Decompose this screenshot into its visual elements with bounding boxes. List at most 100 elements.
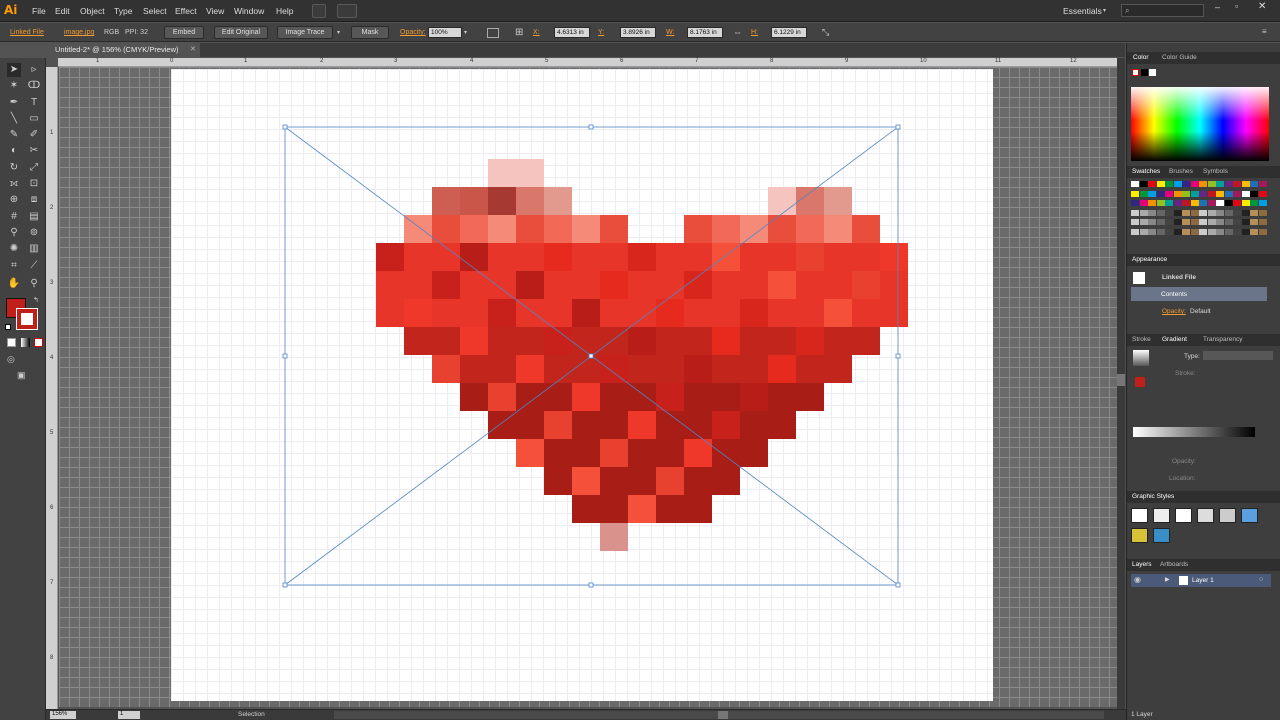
- swatch[interactable]: [1241, 200, 1250, 206]
- swatch[interactable]: [1258, 181, 1267, 187]
- graphic-style-swatch[interactable]: [1197, 508, 1214, 523]
- tab-gradient[interactable]: Gradient: [1162, 336, 1187, 343]
- swatch[interactable]: [1233, 190, 1241, 197]
- perspective-grid-tool-icon[interactable]: ⧈: [27, 193, 41, 207]
- handle-top-center[interactable]: [588, 124, 594, 130]
- align-icon[interactable]: ⊞: [515, 27, 523, 38]
- direct-selection-tool-icon[interactable]: ▹: [27, 63, 41, 77]
- swatch[interactable]: [1139, 209, 1148, 216]
- swatch[interactable]: [1216, 190, 1224, 197]
- blob-brush-tool-icon[interactable]: ◐: [7, 144, 21, 158]
- none-mode-icon[interactable]: [34, 338, 43, 347]
- swatch[interactable]: [1233, 219, 1241, 225]
- menu-help[interactable]: Help: [276, 6, 293, 16]
- swatch[interactable]: [1165, 200, 1173, 206]
- expand-layer-icon[interactable]: ▶: [1165, 576, 1170, 583]
- panel-menu-icon[interactable]: ≡: [1262, 27, 1267, 36]
- heart-pixel-image[interactable]: [376, 159, 908, 551]
- shape-builder-tool-icon[interactable]: ⊕: [7, 193, 21, 207]
- selection-tool-icon[interactable]: ➤: [7, 63, 21, 77]
- tab-artboards[interactable]: Artboards: [1160, 561, 1188, 568]
- swatch[interactable]: [1241, 190, 1250, 197]
- tab-brushes[interactable]: Brushes: [1169, 168, 1193, 175]
- swatch[interactable]: [1199, 219, 1207, 225]
- minimize-button[interactable]: ‒: [1215, 2, 1220, 12]
- gradient-mode-icon[interactable]: [21, 338, 30, 347]
- zoom-field[interactable]: 156%: [50, 711, 76, 719]
- swatch[interactable]: [1131, 190, 1139, 197]
- handle-middle-right[interactable]: [895, 353, 901, 359]
- swatch[interactable]: [1173, 228, 1182, 235]
- hand-tool-icon[interactable]: ✋: [7, 277, 21, 291]
- swatch[interactable]: [1182, 181, 1190, 187]
- rotate-tool-icon[interactable]: ↻: [7, 161, 21, 175]
- document-tab[interactable]: Untitled-2* @ 156% (CMYK/Preview) ✕: [50, 43, 200, 57]
- swatch[interactable]: [1182, 200, 1190, 206]
- eraser-tool-icon[interactable]: ✂: [27, 144, 41, 158]
- black-color-icon[interactable]: [1141, 69, 1148, 76]
- zoom-tool-icon[interactable]: ⚲: [27, 277, 41, 291]
- handle-bottom-right[interactable]: [895, 582, 901, 588]
- color-spectrum[interactable]: [1131, 87, 1269, 161]
- swatch[interactable]: [1250, 219, 1258, 225]
- swatch[interactable]: [1241, 209, 1250, 216]
- w-field[interactable]: 8.1763 in: [687, 27, 723, 38]
- paintbrush-tool-icon[interactable]: ✎: [7, 128, 21, 142]
- swatch[interactable]: [1148, 190, 1156, 197]
- eyedropper-tool-icon[interactable]: ⚲: [7, 226, 21, 240]
- swatch[interactable]: [1216, 219, 1224, 225]
- swatch[interactable]: [1139, 228, 1148, 235]
- y-field[interactable]: 3.8926 in: [620, 27, 656, 38]
- swatch[interactable]: [1173, 181, 1182, 187]
- swatch[interactable]: [1173, 190, 1182, 197]
- swatch[interactable]: [1216, 209, 1224, 216]
- horizontal-ruler[interactable]: 1 0 1 2 3 4 5 6 7 8 9 10 11 12: [58, 58, 1118, 67]
- swatch[interactable]: [1199, 209, 1207, 216]
- recolor-icon[interactable]: [487, 28, 499, 38]
- swatch[interactable]: [1258, 228, 1267, 235]
- swatch[interactable]: [1233, 228, 1241, 235]
- line-tool-icon[interactable]: ╲: [7, 112, 21, 126]
- eye-icon[interactable]: ◉: [1134, 575, 1141, 584]
- menu-edit[interactable]: Edit: [55, 6, 70, 16]
- gradient-thumbnail[interactable]: [1133, 350, 1149, 366]
- image-trace-dropdown-icon[interactable]: ▾: [337, 29, 340, 36]
- horizontal-scroll-thumb[interactable]: [718, 711, 728, 719]
- swatch[interactable]: [1207, 200, 1216, 206]
- layer-row[interactable]: ◉ ▶ Layer 1 ○: [1131, 574, 1271, 587]
- handle-bottom-center[interactable]: [588, 582, 594, 588]
- graphic-style-swatch[interactable]: [1241, 508, 1258, 523]
- lasso-tool-icon[interactable]: ↀ: [27, 79, 41, 93]
- menu-view[interactable]: View: [206, 6, 224, 16]
- swatch[interactable]: [1250, 190, 1258, 197]
- swatch[interactable]: [1190, 181, 1199, 187]
- graphic-style-swatch[interactable]: [1219, 508, 1236, 523]
- swatch[interactable]: [1156, 228, 1165, 235]
- swatch[interactable]: [1131, 200, 1139, 206]
- graphic-style-swatch[interactable]: [1131, 528, 1148, 543]
- swatch[interactable]: [1250, 228, 1258, 235]
- handle-top-left[interactable]: [282, 124, 288, 130]
- tab-layers[interactable]: Layers: [1132, 561, 1152, 568]
- swatch[interactable]: [1224, 200, 1233, 206]
- swatch[interactable]: [1190, 209, 1199, 216]
- embed-button[interactable]: Embed: [164, 26, 204, 39]
- placed-image-layer[interactable]: [59, 67, 1117, 707]
- swatch[interactable]: [1199, 200, 1207, 206]
- image-trace-button[interactable]: Image Trace: [277, 26, 333, 39]
- x-field[interactable]: 4.6313 in: [554, 27, 590, 38]
- handle-middle-left[interactable]: [282, 353, 288, 359]
- swatch[interactable]: [1156, 209, 1165, 216]
- swatch-grid[interactable]: [1131, 181, 1271, 239]
- opacity-input[interactable]: 100%: [428, 27, 462, 38]
- swatch[interactable]: [1250, 209, 1258, 216]
- screen-mode-icon[interactable]: ▣: [17, 370, 26, 381]
- swatch[interactable]: [1148, 228, 1156, 235]
- swatch[interactable]: [1173, 209, 1182, 216]
- swatch[interactable]: [1207, 209, 1216, 216]
- layer-name[interactable]: Layer 1: [1192, 577, 1214, 584]
- gradient-tool-icon[interactable]: ▤: [27, 210, 41, 224]
- swatch[interactable]: [1165, 209, 1173, 216]
- swatch[interactable]: [1216, 200, 1224, 206]
- swatch[interactable]: [1156, 190, 1165, 197]
